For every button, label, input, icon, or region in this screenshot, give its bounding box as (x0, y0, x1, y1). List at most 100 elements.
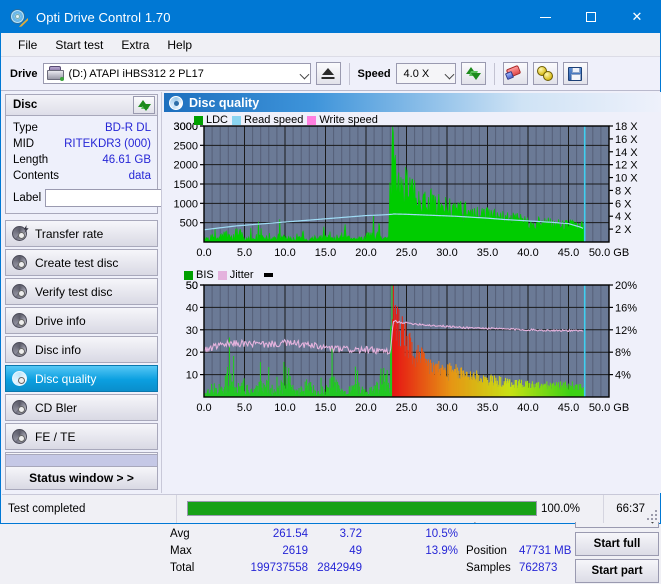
sidebar-item-fe-te[interactable]: FE / TE (5, 423, 158, 450)
stats-max-bis: 49 (349, 545, 362, 557)
legend-label: Read speed (244, 114, 304, 126)
svg-text:30.0: 30.0 (436, 402, 457, 414)
close-button[interactable]: ✕ (614, 1, 660, 33)
sidebar-item-disc-info[interactable]: Disc info (5, 336, 158, 363)
sidebar-item-cd-bler[interactable]: CD Bler (5, 394, 158, 421)
svg-text:45.0: 45.0 (558, 247, 579, 259)
svg-text:12 X: 12 X (615, 160, 638, 172)
close-icon: ✕ (631, 9, 643, 25)
maximize-icon (586, 12, 596, 22)
svg-text:16 X: 16 X (615, 134, 638, 146)
status-message: Test completed (2, 494, 177, 523)
svg-text:35.0: 35.0 (477, 402, 498, 414)
disc-info-icon (12, 342, 27, 357)
speed-select-value: 4.0 X (403, 67, 430, 80)
navigation-list: Transfer rate Create test disc Verify te… (5, 220, 158, 479)
svg-text:25.0: 25.0 (396, 402, 417, 414)
disc-quality-panel: Disc quality LDC Read speed Write speed … (161, 92, 661, 583)
start-part-button[interactable]: Start part (575, 559, 659, 583)
refresh-icon (465, 66, 481, 81)
svg-text:10.0: 10.0 (274, 247, 295, 259)
erase-button[interactable] (502, 62, 528, 85)
sidebar-item-disc-quality[interactable]: Disc quality (5, 365, 158, 392)
toolbar: Drive (D:) ATAPI iHBS312 2 PL17 Speed 4.… (1, 57, 660, 91)
disc-contents-label: Contents (13, 170, 60, 182)
legend-label: Write speed (319, 114, 378, 126)
menu-help[interactable]: Help (158, 35, 201, 55)
svg-text:2500: 2500 (174, 140, 198, 152)
stats-row-max-label: Max (170, 545, 192, 557)
bis-chart-legend: BIS Jitter (184, 269, 273, 281)
progress-text: 100.0% (541, 502, 581, 515)
drive-label: Drive (10, 67, 38, 80)
menu-start-test[interactable]: Start test (46, 35, 112, 55)
svg-text:4%: 4% (615, 370, 631, 382)
fe-te-icon (12, 429, 27, 444)
menu-extra[interactable]: Extra (112, 35, 158, 55)
sidebar-label: Create test disc (35, 255, 119, 270)
status-window-button[interactable]: Status window > > (5, 466, 158, 490)
legend-write-speed: Write speed (307, 114, 378, 126)
legend-ldc: LDC (194, 114, 228, 126)
transfer-rate-icon (12, 225, 29, 241)
legend-swatch (232, 115, 242, 125)
disc-refresh-button[interactable] (133, 96, 155, 114)
disc-type-value: BD-R DL (104, 122, 151, 134)
legend-label: BIS (196, 269, 214, 281)
svg-text:10.0: 10.0 (274, 402, 295, 414)
svg-text:30: 30 (186, 325, 198, 337)
svg-text:10 X: 10 X (615, 173, 638, 185)
start-full-button[interactable]: Start full (575, 532, 659, 556)
sidebar-label: Verify test disc (35, 284, 113, 299)
resize-grip[interactable] (645, 508, 657, 520)
drive-select[interactable]: (D:) ATAPI iHBS312 2 PL17 (42, 63, 311, 84)
sidebar-label: Transfer rate (35, 226, 104, 241)
stats-avg-jitter: 10.5% (425, 528, 458, 540)
save-button[interactable] (562, 62, 588, 85)
svg-text:30.0: 30.0 (436, 247, 457, 259)
minimize-button[interactable] (522, 1, 568, 33)
cymbals-button[interactable] (532, 62, 558, 85)
ldc-chart: LDC Read speed Write speed 3000 2500 2000 1… (164, 112, 661, 267)
sidebar-item-verify-test-disc[interactable]: Verify test disc (5, 278, 158, 305)
maximize-button[interactable] (568, 1, 614, 33)
legend-swatch (217, 270, 227, 280)
svg-text:5.0: 5.0 (237, 247, 252, 259)
disc-length-label: Length (13, 154, 49, 166)
chevron-down-icon (299, 69, 309, 79)
legend-swatch (194, 115, 203, 125)
disc-row-contents: Contents data (13, 168, 151, 184)
stats-row-total-label: Total (170, 562, 195, 574)
sidebar-item-transfer-rate[interactable]: Transfer rate (5, 220, 158, 247)
disc-panel-title: Disc (13, 99, 38, 111)
svg-text:50: 50 (186, 280, 198, 292)
sidebar-item-drive-info[interactable]: Drive info (5, 307, 158, 334)
ldc-chart-svg[interactable]: 300025002000150010005003000 18 X16 X14 X1… (164, 112, 661, 267)
legend-swatch (307, 115, 317, 125)
disc-row-length: Length 46.61 GB (13, 152, 151, 168)
svg-text:16%: 16% (615, 302, 637, 314)
eject-button[interactable] (315, 62, 341, 85)
svg-text:20%: 20% (615, 280, 637, 292)
refresh-button[interactable] (460, 62, 486, 85)
svg-text:1000: 1000 (174, 198, 198, 210)
application-window: Opti Drive Control 1.70 ✕ File Start tes… (0, 0, 661, 583)
svg-text:40.0: 40.0 (517, 402, 538, 414)
speed-select[interactable]: 4.0 X (395, 63, 456, 84)
svg-text:50.0 GB: 50.0 GB (589, 247, 629, 259)
svg-text:40: 40 (186, 302, 198, 314)
svg-text:0.0: 0.0 (196, 247, 211, 259)
drive-info-icon (12, 313, 27, 328)
svg-text:8%: 8% (615, 347, 631, 359)
main-content: Disc Type BD-R DL MID RITEKDR3 (000) Len… (2, 92, 661, 583)
svg-text:15.0: 15.0 (315, 402, 336, 414)
sidebar-item-create-test-disc[interactable]: Create test disc (5, 249, 158, 276)
toolbar-separator-2 (493, 62, 495, 85)
menu-file[interactable]: File (9, 35, 46, 55)
window-title: Opti Drive Control 1.70 (36, 9, 171, 25)
stats-max-ldc: 2619 (282, 545, 308, 557)
bis-chart-svg[interactable]: 504030201050 20%16%12%8%4%0.0 5.0 10.0 15.0 2… (164, 269, 661, 421)
svg-text:20.0: 20.0 (355, 402, 376, 414)
optical-drive-icon (46, 66, 65, 82)
legend-label: LDC (206, 114, 229, 126)
